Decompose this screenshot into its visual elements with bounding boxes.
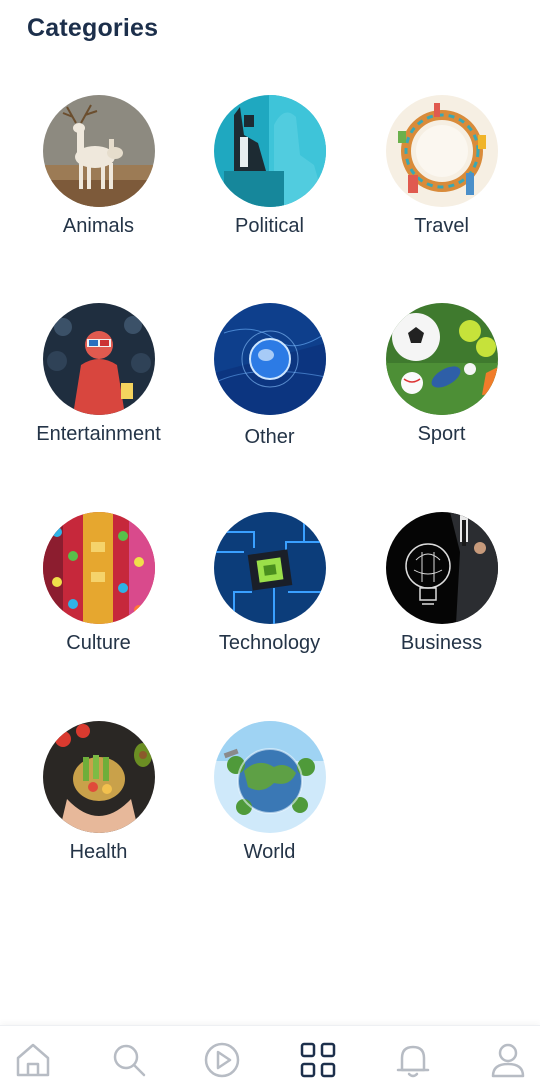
political-thumbnail [213, 95, 326, 207]
nav-home[interactable] [13, 1040, 53, 1080]
category-other[interactable]: Other [184, 303, 355, 449]
category-technology[interactable]: Technology [184, 512, 355, 655]
category-label: Health [69, 841, 128, 863]
health-thumbnail [42, 721, 155, 833]
category-sport[interactable]: Sport [356, 303, 527, 446]
grid-icon [300, 1042, 336, 1078]
nav-profile[interactable] [488, 1040, 528, 1080]
category-political[interactable]: Political [184, 95, 355, 238]
culture-thumbnail [42, 512, 155, 624]
category-culture[interactable]: Culture [13, 512, 184, 655]
category-label: Political [235, 215, 304, 237]
category-label: Culture [66, 632, 131, 654]
world-thumbnail [213, 721, 326, 833]
search-icon [113, 1044, 146, 1077]
category-label: Sport [417, 423, 466, 445]
business-thumbnail [385, 512, 498, 624]
category-travel[interactable]: Travel [356, 95, 527, 238]
page-title: Categories [27, 14, 159, 42]
category-business[interactable]: Business [356, 512, 527, 655]
travel-thumbnail [385, 95, 498, 207]
category-label: Travel [414, 215, 469, 237]
animals-thumbnail [42, 95, 155, 207]
category-entertainment[interactable]: Entertainment [13, 303, 184, 446]
nav-notifications[interactable] [393, 1040, 433, 1080]
nav-categories[interactable] [298, 1040, 338, 1080]
category-animals[interactable]: Animals [13, 95, 184, 238]
bottom-navigation [0, 1025, 540, 1092]
category-health[interactable]: Health [13, 721, 184, 864]
home-icon [16, 1043, 50, 1077]
category-label: Business [400, 632, 483, 654]
category-label: Entertainment [36, 423, 161, 445]
category-world[interactable]: World [184, 721, 355, 864]
nav-search[interactable] [109, 1040, 149, 1080]
nav-video[interactable] [202, 1040, 242, 1080]
user-icon [491, 1043, 525, 1078]
play-icon [204, 1042, 240, 1078]
technology-thumbnail [213, 512, 326, 624]
category-label: Technology [218, 632, 321, 654]
sport-thumbnail [385, 303, 498, 415]
bell-icon [396, 1045, 430, 1078]
other-thumbnail [213, 303, 326, 415]
category-label: Other [244, 426, 295, 448]
category-label: World [243, 841, 296, 863]
category-label: Animals [62, 215, 135, 237]
entertainment-thumbnail [42, 303, 155, 415]
